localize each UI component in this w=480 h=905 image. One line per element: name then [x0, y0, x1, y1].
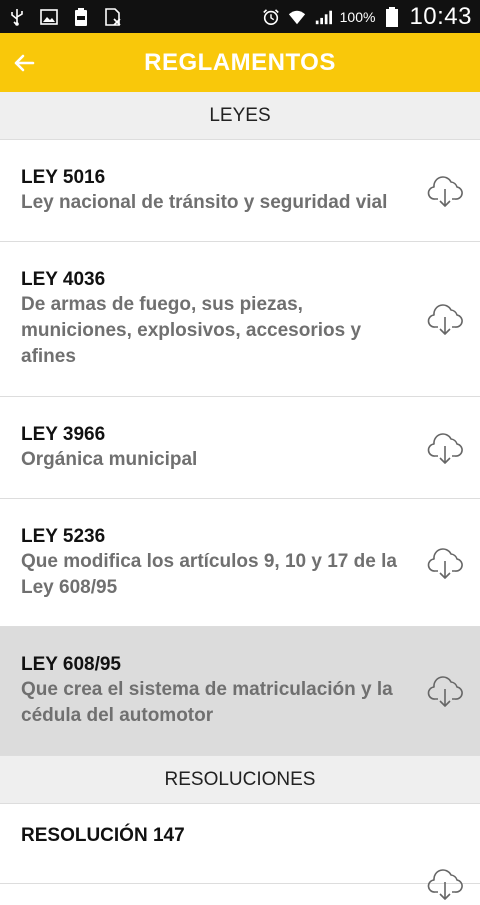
image-notification-icon [40, 8, 58, 26]
item-description: Que modifica los artículos 9, 10 y 17 de… [21, 550, 397, 598]
status-bar: 100% 10:43 [0, 0, 480, 33]
clock: 10:43 [409, 2, 472, 30]
list-item-ley-608-95[interactable]: LEY 608/95 Que crea el sistema de matric… [0, 627, 480, 756]
list-item-resolucion-147[interactable]: RESOLUCIÓN 147 [0, 804, 480, 900]
battery-percent: 100% [339, 8, 376, 25]
list-item-ley-5236[interactable]: LEY 5236 Que modifica los artículos 9, 1… [0, 499, 480, 627]
document-notification-icon [104, 7, 122, 26]
back-button[interactable] [0, 33, 48, 92]
download-button[interactable] [424, 298, 466, 340]
cloud-download-icon [427, 547, 463, 579]
download-button[interactable] [424, 542, 466, 584]
download-button[interactable] [424, 670, 466, 712]
list-item-ley-5016[interactable]: LEY 5016 Ley nacional de tránsito y segu… [0, 140, 480, 242]
section-header-resoluciones: RESOLUCIONES [0, 756, 480, 804]
section-header-leyes: LEYES [0, 92, 480, 140]
cloud-download-icon [427, 869, 463, 900]
cloud-download-icon [427, 432, 463, 464]
item-description: Orgánica municipal [21, 448, 198, 470]
item-title: LEY 608/95 [21, 654, 122, 675]
page-title: REGLAMENTOS [144, 48, 336, 76]
item-description: De armas de fuego, sus piezas, municione… [21, 294, 362, 367]
item-description: Que crea el sistema de matriculación y l… [21, 679, 393, 726]
cloud-download-icon [427, 676, 463, 707]
cloud-download-icon [427, 175, 463, 207]
item-title: RESOLUCIÓN 147 [21, 825, 185, 846]
wifi-icon [288, 8, 306, 26]
item-title: LEY 5236 [21, 525, 106, 547]
download-button[interactable] [424, 427, 466, 469]
download-button[interactable] [424, 170, 466, 212]
item-title: LEY 3966 [21, 423, 106, 445]
battery-icon [383, 6, 401, 27]
alarm-icon [262, 8, 280, 26]
usb-icon [8, 8, 26, 26]
battery-notification-icon [72, 7, 90, 26]
arrow-left-icon [14, 54, 35, 71]
app-bar: REGLAMENTOS [0, 33, 480, 92]
item-title: LEY 4036 [21, 269, 106, 290]
cloud-download-icon [427, 304, 463, 335]
item-title: LEY 5016 [21, 166, 106, 188]
list-item-ley-4036[interactable]: LEY 4036 De armas de fuego, sus piezas, … [0, 242, 480, 397]
signal-icon [314, 8, 332, 26]
item-description: Ley nacional de tránsito y seguridad via… [21, 191, 388, 213]
list-item-ley-3966[interactable]: LEY 3966 Orgánica municipal [0, 397, 480, 499]
download-button[interactable] [424, 863, 466, 905]
